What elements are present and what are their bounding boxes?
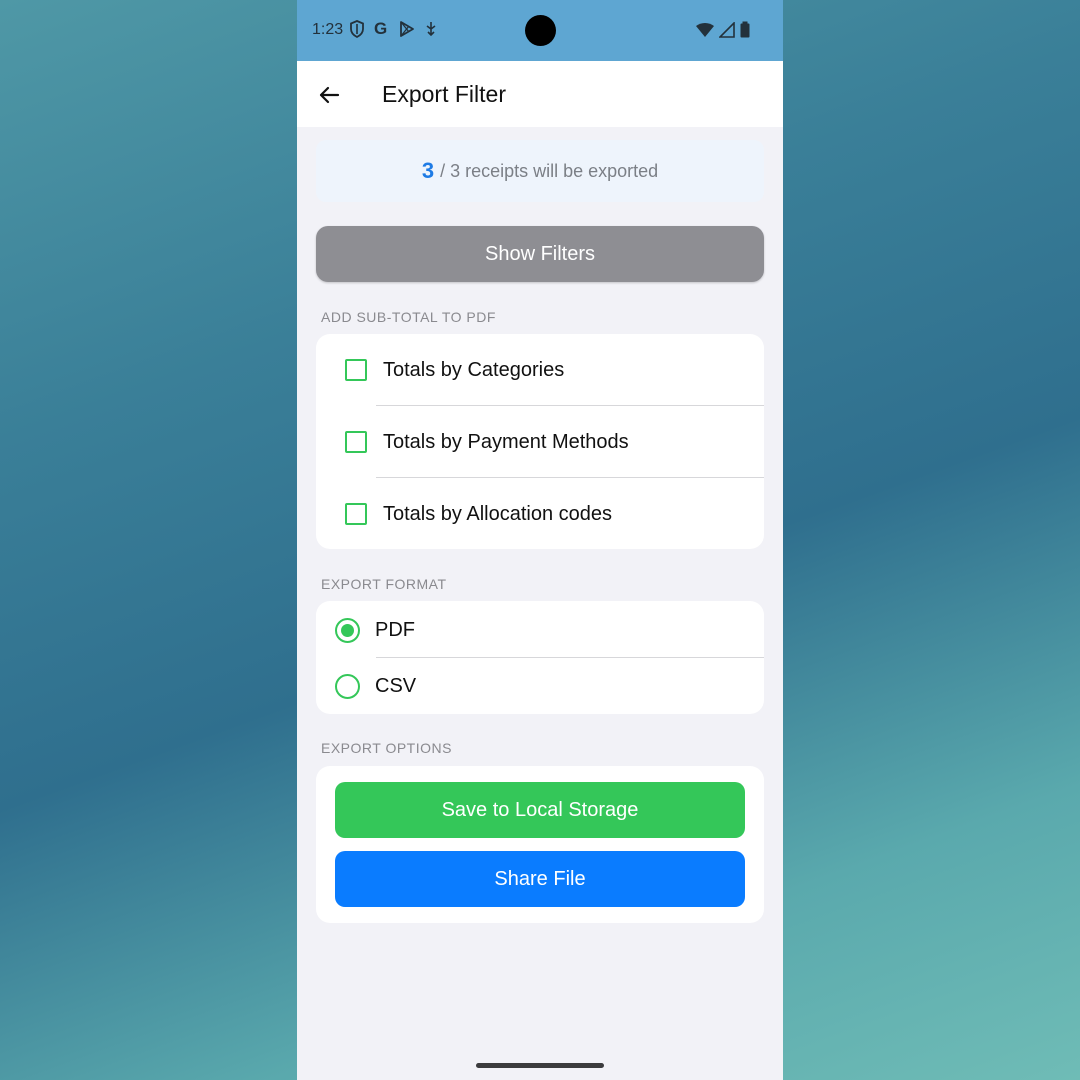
- status-time: 1:23: [312, 21, 344, 38]
- checkbox-label: Totals by Payment Methods: [383, 430, 629, 453]
- save-to-local-storage-button[interactable]: Save to Local Storage: [335, 782, 745, 838]
- wifi-icon: [695, 22, 715, 43]
- status-icons-left: G: [349, 19, 440, 39]
- battery-icon: [739, 21, 751, 44]
- radio-row-pdf[interactable]: PDF: [316, 602, 764, 658]
- checkbox[interactable]: [345, 359, 367, 381]
- checkbox-row-allocation-codes[interactable]: Totals by Allocation codes: [316, 478, 764, 550]
- camera-cutout: [525, 15, 556, 46]
- back-button[interactable]: [311, 77, 347, 113]
- summary-text: / 3 receipts will be exported: [440, 160, 659, 181]
- status-icons-right: [695, 21, 751, 44]
- radio-label: PDF: [375, 618, 415, 641]
- play-store-icon: [399, 20, 415, 38]
- subtotal-section-header: ADD SUB-TOTAL TO PDF: [321, 309, 496, 325]
- format-card: PDF CSV: [316, 601, 764, 714]
- checkbox[interactable]: [345, 503, 367, 525]
- share-file-button[interactable]: Share File: [335, 851, 745, 907]
- receipt-count: 3: [421, 158, 435, 183]
- radio-button-selected[interactable]: [335, 617, 360, 643]
- page-title: Export Filter: [382, 81, 506, 107]
- usb-debug-icon: [424, 20, 440, 38]
- format-section-header: EXPORT FORMAT: [321, 576, 447, 592]
- checkbox[interactable]: [345, 431, 367, 453]
- radio-label: CSV: [375, 674, 417, 697]
- shield-icon: [349, 20, 365, 39]
- status-bar: 1:23 G: [297, 0, 783, 61]
- home-indicator[interactable]: [476, 1063, 604, 1068]
- radio-button[interactable]: [335, 673, 360, 699]
- checkbox-row-payment-methods[interactable]: Totals by Payment Methods: [316, 406, 764, 478]
- phone-screen: 1:23 G Export Filter 3 / 3 receipts will…: [297, 0, 783, 1080]
- checkbox-label: Totals by Categories: [383, 358, 565, 381]
- subtotal-card: Totals by Categories Totals by Payment M…: [316, 334, 764, 549]
- show-filters-button[interactable]: Show Filters: [316, 226, 764, 282]
- cellular-signal-icon: [718, 21, 735, 43]
- radio-dot: [341, 623, 354, 637]
- app-bar: Export Filter: [297, 61, 783, 127]
- arrow-left-icon: [319, 86, 340, 104]
- options-section-header: EXPORT OPTIONS: [321, 740, 452, 756]
- checkbox-label: Totals by Allocation codes: [383, 502, 613, 525]
- google-icon: G: [374, 19, 388, 38]
- export-options-card: Save to Local Storage Share File: [316, 766, 764, 923]
- export-summary: 3 / 3 receipts will be exported: [316, 140, 764, 202]
- radio-row-csv[interactable]: CSV: [316, 658, 764, 714]
- checkbox-row-categories[interactable]: Totals by Categories: [316, 334, 764, 406]
